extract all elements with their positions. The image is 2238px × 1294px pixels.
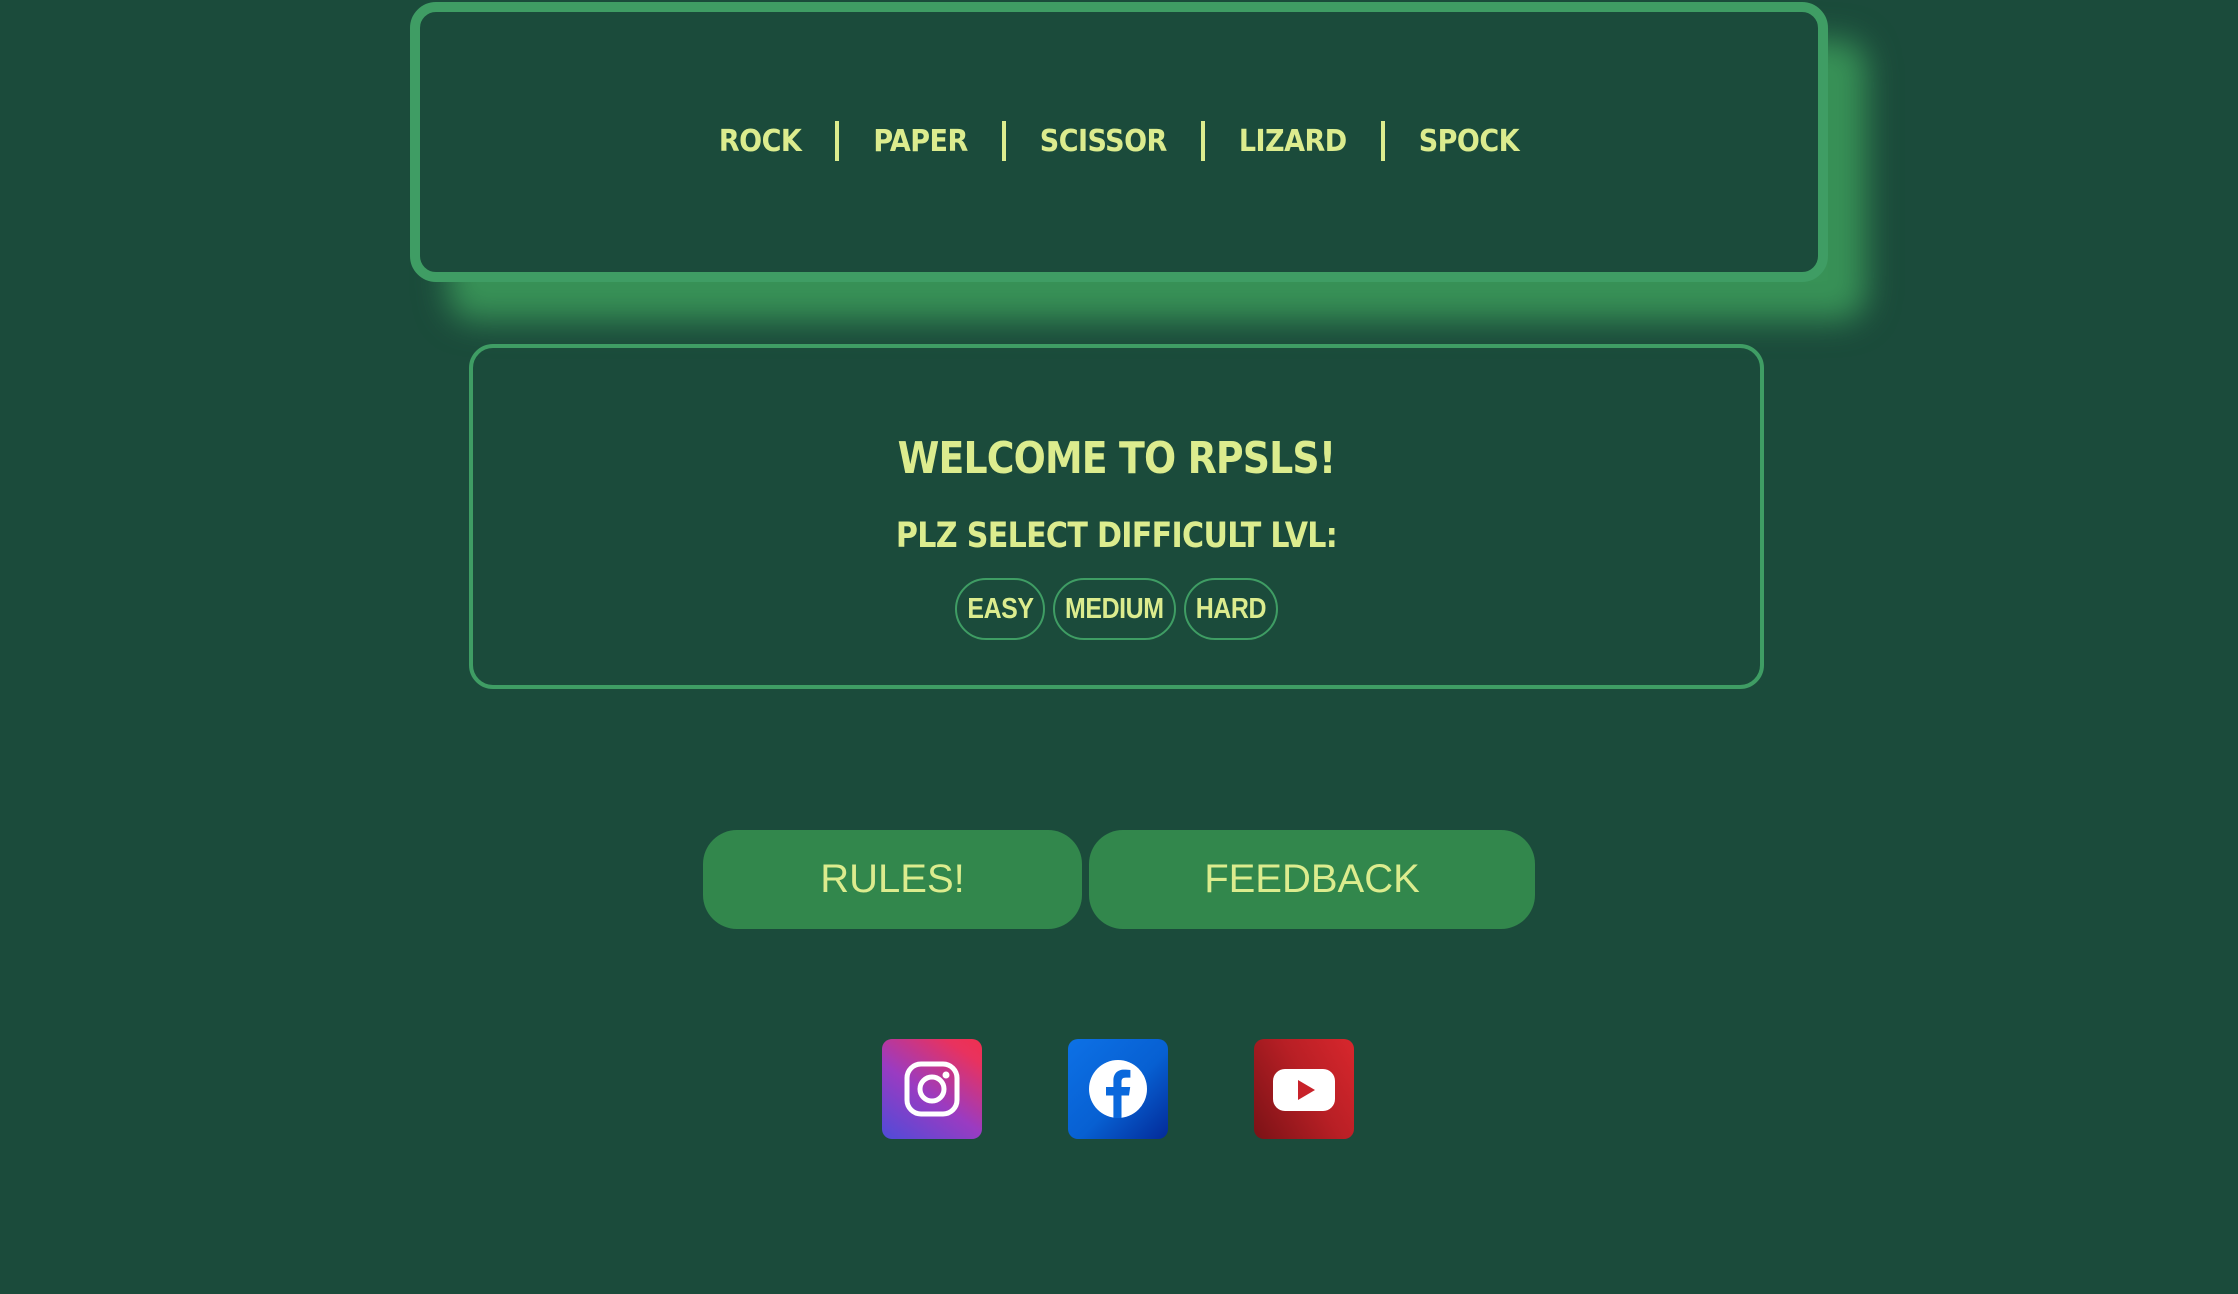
nav-item-scissor[interactable]: SCISSOR <box>1038 124 1169 159</box>
difficulty-easy-label: EASY <box>966 592 1034 625</box>
rules-button[interactable]: RULES! <box>703 830 1082 929</box>
youtube-icon[interactable] <box>1254 1039 1354 1139</box>
facebook-icon[interactable] <box>1068 1039 1168 1139</box>
social-links <box>882 1039 1354 1139</box>
instagram-glyph <box>904 1061 960 1117</box>
nav-divider <box>1001 121 1006 161</box>
instagram-icon[interactable] <box>882 1039 982 1139</box>
nav-item-rock[interactable]: ROCK <box>717 124 803 159</box>
feedback-button[interactable]: FEEDBACK <box>1089 830 1535 929</box>
nav-divider <box>835 121 840 161</box>
nav-list: ROCK PAPER SCISSOR LIZARD SPOCK <box>717 121 1521 161</box>
welcome-panel: WELCOME TO RPSLS! PLZ SELECT DIFFICULT L… <box>469 344 1764 689</box>
difficulty-medium-button[interactable]: MEDIUM <box>1053 578 1176 640</box>
nav-item-spock[interactable]: SPOCK <box>1417 124 1521 159</box>
page: ROCK PAPER SCISSOR LIZARD SPOCK WELCOME … <box>0 0 2238 1294</box>
welcome-title: WELCOME TO RPSLS! <box>897 433 1336 484</box>
difficulty-hard-button[interactable]: HARD <box>1184 578 1278 640</box>
facebook-glyph <box>1089 1060 1147 1118</box>
difficulty-medium-label: MEDIUM <box>1065 592 1164 625</box>
nav-item-paper[interactable]: PAPER <box>871 124 969 159</box>
difficulty-easy-button[interactable]: EASY <box>955 578 1045 640</box>
difficulty-hard-label: HARD <box>1195 592 1267 625</box>
difficulty-options: EASY MEDIUM HARD <box>955 578 1278 640</box>
difficulty-prompt: PLZ SELECT DIFFICULT LVL: <box>895 516 1338 556</box>
youtube-glyph <box>1273 1069 1335 1111</box>
nav-divider <box>1380 121 1385 161</box>
nav-divider <box>1200 121 1205 161</box>
action-buttons: RULES! FEEDBACK <box>703 830 1535 929</box>
nav-item-lizard[interactable]: LIZARD <box>1237 124 1349 159</box>
game-nav: ROCK PAPER SCISSOR LIZARD SPOCK <box>410 2 1828 282</box>
